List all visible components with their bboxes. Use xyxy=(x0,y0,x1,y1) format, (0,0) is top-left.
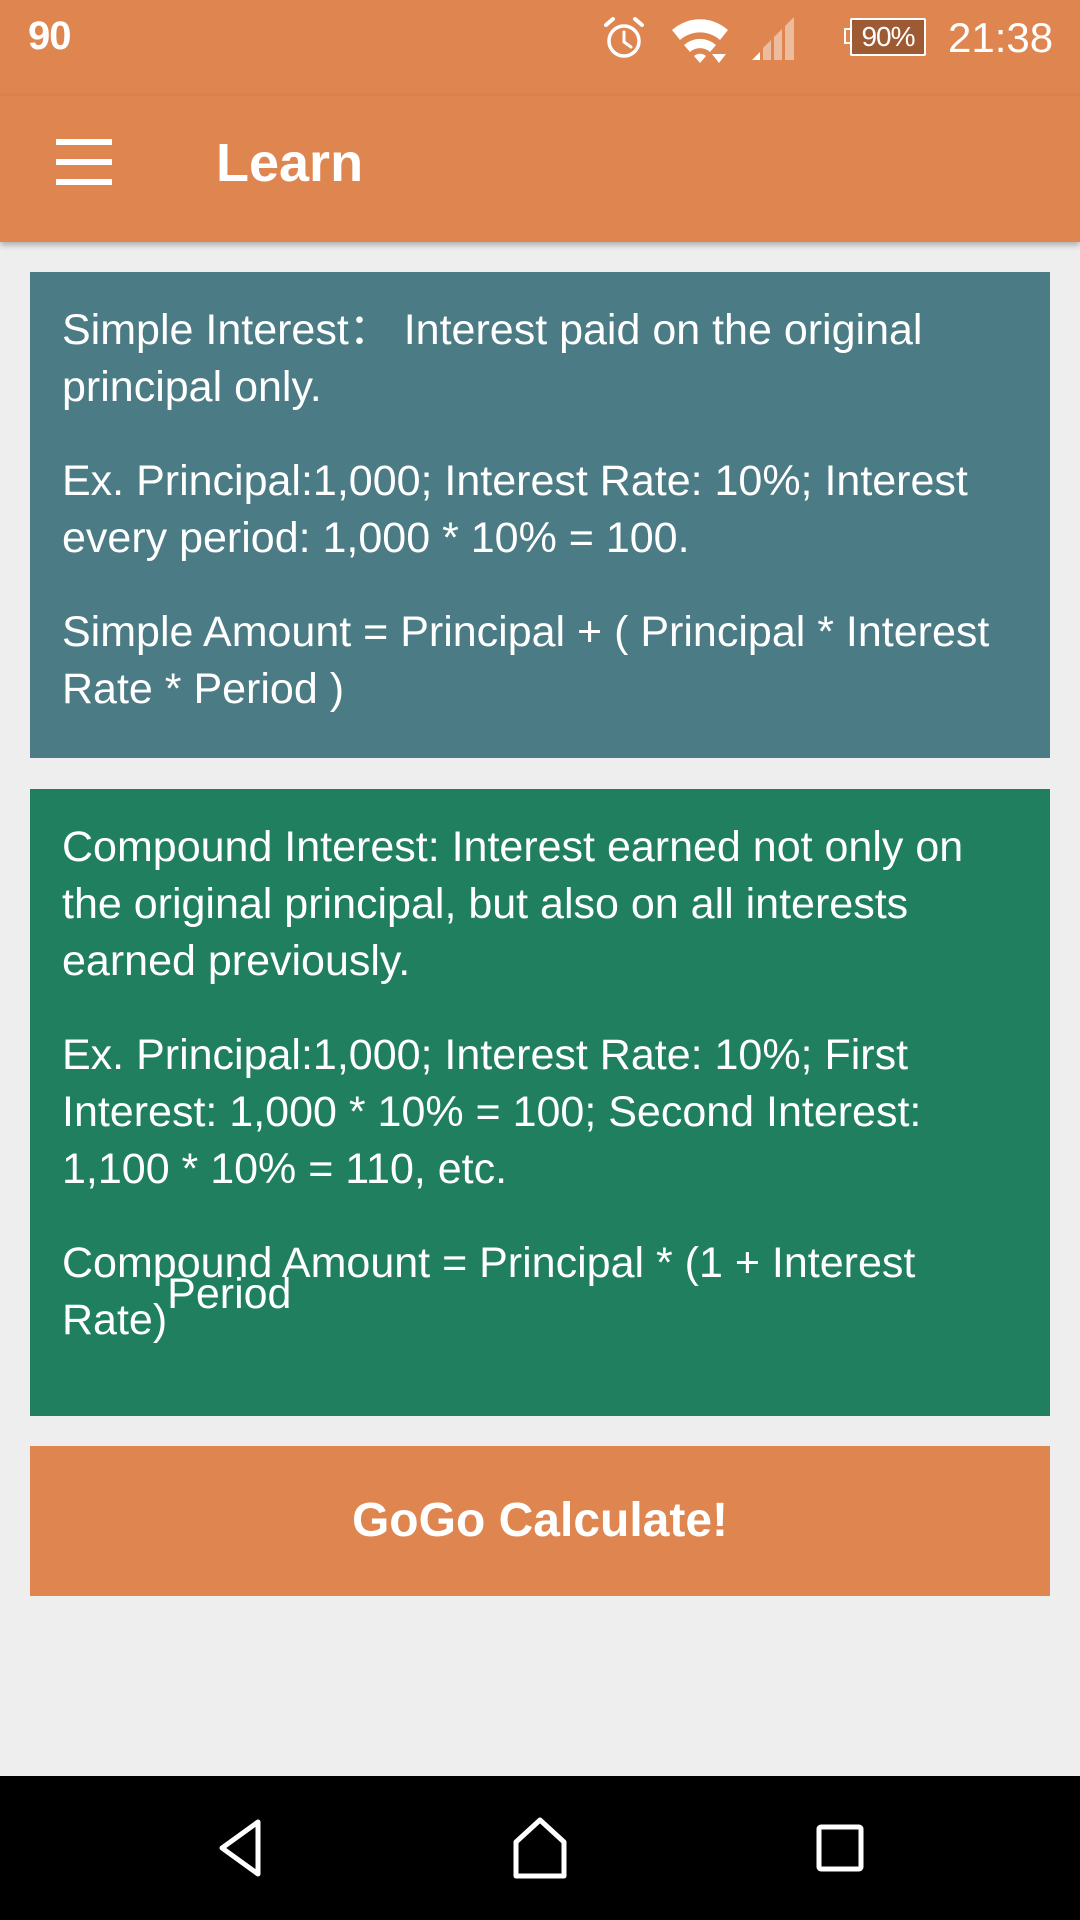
gogo-calculate-button[interactable]: GoGo Calculate! xyxy=(30,1446,1050,1596)
wifi-icon xyxy=(672,19,728,63)
back-icon xyxy=(219,1819,261,1877)
compound-interest-definition: Compound Interest: Interest earned not o… xyxy=(62,823,964,985)
nav-back-button[interactable] xyxy=(180,1796,300,1900)
hamburger-bar xyxy=(56,139,112,145)
simple-interest-definition: Simple Interest： Interest paid on the or… xyxy=(62,306,923,411)
hamburger-bar xyxy=(56,179,112,185)
hamburger-bar xyxy=(56,159,112,165)
nav-home-button[interactable] xyxy=(480,1796,600,1900)
simple-interest-example: Ex. Principal:1,000; Interest Rate: 10%;… xyxy=(62,457,968,562)
system-nav-bar xyxy=(0,1776,1080,1920)
recents-icon xyxy=(816,1824,864,1872)
compound-interest-card: Compound Interest: Interest earned not o… xyxy=(30,789,1050,1416)
simple-interest-formula: Simple Amount = Principal + ( Principal … xyxy=(62,608,990,713)
compound-interest-formula: Compound Amount = Principal * (1 + Inter… xyxy=(62,1235,1018,1349)
nav-recents-button[interactable] xyxy=(780,1796,900,1900)
battery-percent: 90% xyxy=(861,21,915,52)
alarm-icon xyxy=(604,17,644,58)
status-time: 21:38 xyxy=(948,14,1054,61)
cell-signal-icon xyxy=(752,17,794,60)
status-bar: 90 90% 21:38 xyxy=(0,0,1080,96)
simple-interest-card: Simple Interest： Interest paid on the or… xyxy=(30,272,1050,758)
compound-formula-exponent: Period xyxy=(167,1270,292,1318)
battery-icon: 90% xyxy=(844,18,926,56)
hamburger-menu-icon[interactable] xyxy=(44,122,124,202)
app-toolbar: Learn xyxy=(0,96,1080,242)
status-left-indicator: 90 xyxy=(28,14,71,58)
home-icon xyxy=(513,1817,567,1879)
page-title: Learn xyxy=(216,133,364,193)
compound-interest-example: Ex. Principal:1,000; Interest Rate: 10%;… xyxy=(62,1031,922,1193)
